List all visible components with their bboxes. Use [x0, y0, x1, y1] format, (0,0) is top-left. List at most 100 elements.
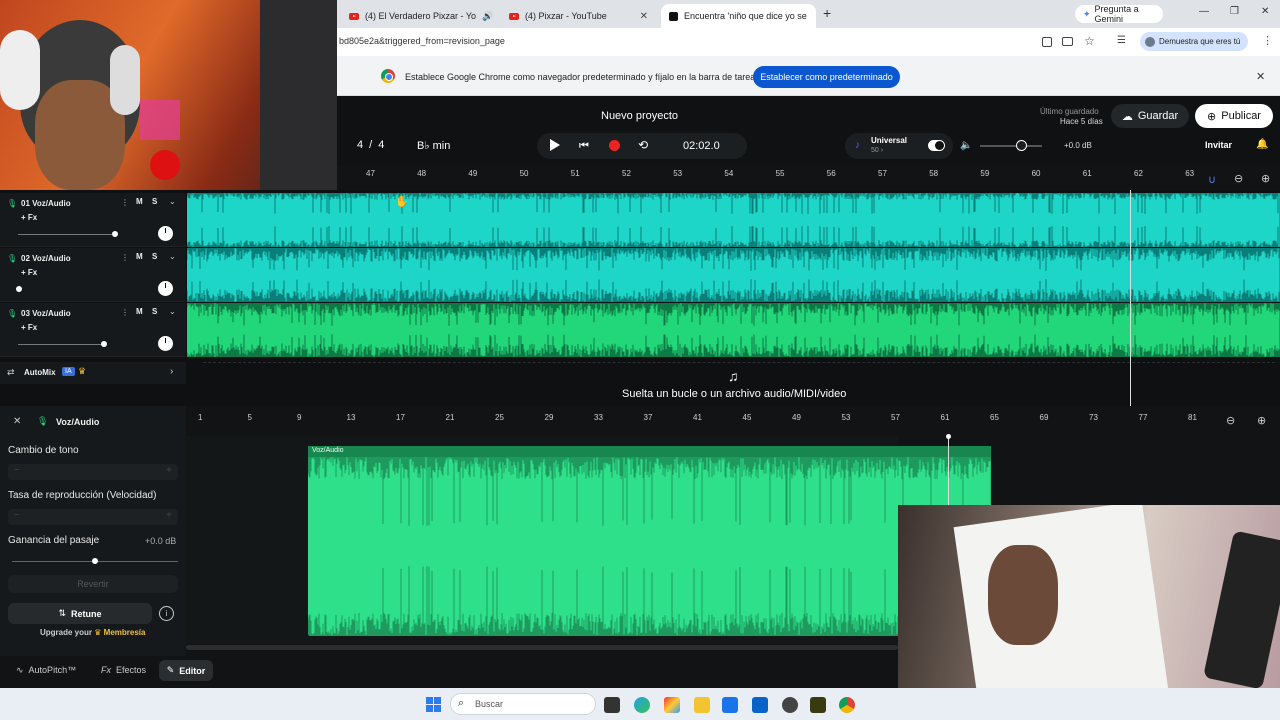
track-volume-slider[interactable] — [18, 344, 104, 345]
mute-button[interactable]: M — [136, 252, 143, 261]
solo-button[interactable]: S — [152, 252, 157, 261]
task-view-icon[interactable] — [604, 697, 620, 713]
copilot-icon[interactable] — [664, 697, 680, 713]
set-default-button[interactable]: Establecer como predeterminado — [753, 66, 900, 88]
infobar-text: Establece Google Chrome como navegador p… — [405, 72, 760, 82]
rate-label: Tasa de reproducción (Velocidad) — [8, 490, 157, 501]
upgrade-text[interactable]: Upgrade your ♛ Membresía — [40, 628, 145, 637]
edge-icon[interactable] — [634, 697, 650, 713]
retune-button[interactable]: ⇅ Retune — [8, 603, 152, 624]
publish-button[interactable]: ⊕ Publicar — [1195, 104, 1273, 128]
editor-zoom-out-icon[interactable]: ⊖ — [1226, 414, 1235, 427]
cast-icon[interactable] — [1062, 37, 1073, 46]
track-header[interactable]: 🎙 03 Voz/Audio + Fx ⋮ M S ⌄ — [0, 303, 186, 357]
info-icon[interactable]: i — [159, 606, 174, 621]
close-tab-icon[interactable]: ✕ — [640, 11, 648, 22]
track-menu-icon[interactable]: ⋮ — [121, 308, 129, 317]
track-menu-icon[interactable]: ⋮ — [121, 253, 129, 262]
loop-icon[interactable]: ⟲ — [638, 138, 648, 152]
chevron-down-icon[interactable]: ⌄ — [169, 307, 176, 316]
new-tab-icon[interactable]: + — [823, 5, 831, 21]
tab-editor[interactable]: ✎ Editor — [159, 660, 213, 681]
gain-slider-handle[interactable] — [92, 558, 98, 564]
ruler-tick-label: 37 — [643, 413, 653, 422]
minimize-icon[interactable]: — — [1199, 6, 1209, 17]
ruler-tick-label: 48 — [417, 169, 427, 178]
pitch-stepper[interactable]: − + — [8, 464, 178, 480]
audio-clip[interactable]: Voz/Audio — [308, 446, 991, 636]
chevron-down-icon[interactable]: ⌄ — [169, 252, 176, 261]
restore-icon[interactable]: ❐ — [1230, 6, 1239, 17]
track-header[interactable]: 🎙 02 Voz/Audio + Fx ⋮ M S ⌄ — [0, 248, 186, 302]
gemini-button[interactable]: ✦ Pregunta a Gemini — [1075, 4, 1163, 24]
chevron-down-icon[interactable]: ⌄ — [169, 197, 176, 206]
zoom-out-icon[interactable]: ⊖ — [1234, 172, 1243, 185]
file-explorer-icon[interactable] — [694, 697, 710, 713]
solo-button[interactable]: S — [152, 197, 157, 206]
pan-knob[interactable] — [158, 336, 173, 351]
horizontal-scrollbar[interactable] — [186, 645, 898, 650]
editor-zoom-in-icon[interactable]: ⊕ — [1257, 414, 1266, 427]
url-text[interactable]: bd805e2a&triggered_from=revision_page — [339, 36, 505, 46]
speaker-volume-icon[interactable]: 🔈 — [960, 140, 972, 151]
magnet-icon[interactable]: ∪ — [1208, 173, 1216, 186]
tab-autopitch[interactable]: ∿ AutoPitch™ — [16, 665, 76, 676]
save-button[interactable]: ☁ Guardar — [1111, 104, 1189, 128]
ruler-tick-label: 33 — [594, 413, 603, 422]
close-editor-icon[interactable]: ✕ — [13, 416, 21, 427]
track-volume-slider[interactable] — [18, 234, 118, 235]
taskbar-search[interactable]: ⌕ Buscar — [450, 693, 596, 715]
master-volume-handle[interactable] — [1016, 140, 1027, 151]
bell-icon[interactable]: 🔔 — [1256, 139, 1268, 150]
track-lane[interactable] — [187, 248, 1280, 302]
store-icon[interactable] — [722, 697, 738, 713]
track-lane[interactable] — [187, 193, 1280, 247]
windows-start-icon[interactable] — [426, 697, 441, 712]
bookmark-star-icon[interactable]: ☆ — [1084, 34, 1095, 48]
ruler-tick-label: 13 — [346, 413, 356, 422]
reading-list-icon[interactable]: ☰ — [1117, 35, 1126, 46]
skip-back-icon[interactable]: ⏮ — [579, 140, 589, 153]
track-menu-icon[interactable]: ⋮ — [121, 198, 129, 207]
project-title[interactable]: Nuevo proyecto — [601, 110, 678, 122]
key-selector[interactable]: B♭ min — [417, 139, 450, 152]
browser-tab[interactable]: (4) El Verdadero Pixzar - Yo 🔊 ✕ — [341, 4, 496, 28]
browser-tab[interactable]: (4) Pixzar - YouTube ✕ — [501, 4, 656, 28]
automix-row[interactable]: ⇄ AutoMix IA ♛ › — [0, 362, 186, 384]
revert-button[interactable]: Revertir — [8, 575, 178, 593]
track-volume-handle[interactable] — [112, 231, 118, 237]
pan-knob[interactable] — [158, 281, 173, 296]
time-signature[interactable]: 4 / 4 — [357, 139, 384, 151]
tab-search-icon[interactable] — [1042, 37, 1052, 47]
app-icon-2[interactable] — [810, 697, 826, 713]
metronome-toggle[interactable] — [928, 140, 945, 151]
editor-playhead-dot[interactable] — [946, 434, 951, 439]
master-volume-slider[interactable] — [980, 145, 1042, 147]
track-lane[interactable] — [187, 303, 1280, 357]
window-close-icon[interactable]: ✕ — [1261, 6, 1269, 17]
infobar-close-icon[interactable]: ✕ — [1256, 70, 1265, 83]
rate-stepper[interactable]: − + — [8, 509, 178, 525]
tab-effects[interactable]: Fx Efectos — [101, 665, 146, 675]
chrome-taskbar-icon[interactable] — [839, 697, 855, 713]
chrome-menu-icon[interactable]: ⋮ — [1262, 34, 1273, 47]
invite-button[interactable]: Invitar — [1205, 140, 1232, 150]
solo-button[interactable]: S — [152, 307, 157, 316]
ruler-tick-label: 41 — [693, 413, 702, 422]
chevron-right-icon[interactable]: › — [170, 366, 173, 377]
track-header[interactable]: 🎙 01 Voz/Audio + Fx ⋮ M S ⌄ — [0, 193, 186, 247]
pan-knob[interactable] — [158, 226, 173, 241]
pitch-label: Cambio de tono — [8, 445, 79, 456]
browser-tab-active[interactable]: Encuentra 'niño que dice yo se — [661, 4, 816, 28]
playhead[interactable] — [1130, 190, 1131, 406]
zoom-in-icon[interactable]: ⊕ — [1261, 172, 1270, 185]
record-icon[interactable] — [609, 140, 620, 151]
app-icon[interactable] — [782, 697, 798, 713]
track-volume-handle[interactable] — [16, 286, 22, 292]
outlook-icon[interactable] — [752, 697, 768, 713]
play-icon[interactable] — [550, 139, 560, 151]
mute-button[interactable]: M — [136, 197, 143, 206]
track-volume-handle[interactable] — [101, 341, 107, 347]
profile-chip[interactable]: Demuestra que eres tú — [1140, 32, 1248, 51]
mute-button[interactable]: M — [136, 307, 143, 316]
